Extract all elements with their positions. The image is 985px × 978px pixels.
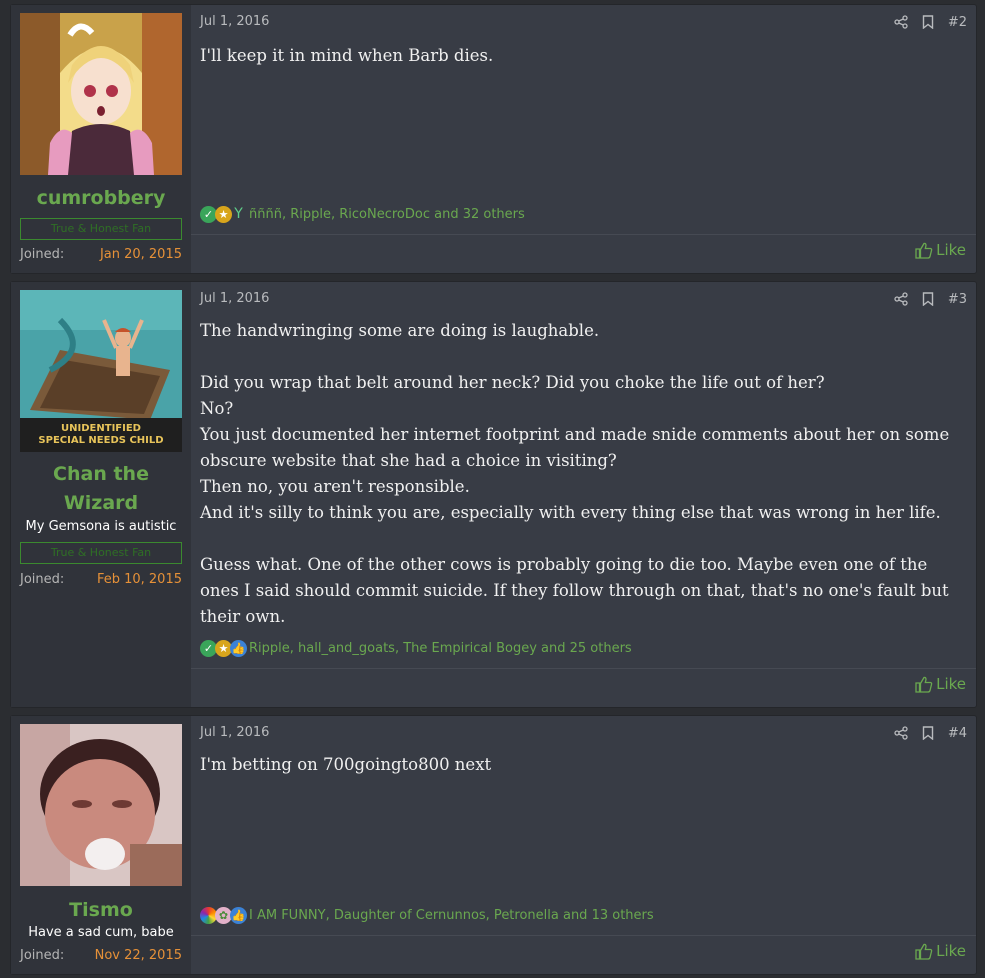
like-button[interactable]: Like: [915, 941, 966, 961]
post: cumrobbery True & Honest Fan Joined: Jan…: [10, 4, 977, 274]
like-label: Like: [936, 942, 966, 960]
post-number[interactable]: #4: [948, 726, 967, 741]
joined-info: Joined: Jan 20, 2015: [20, 247, 182, 265]
like-reaction-icon: 👍: [230, 639, 247, 657]
post-text: The handwringing some are doing is laugh…: [200, 321, 600, 340]
footer-divider: [191, 234, 976, 235]
post-text: No?: [200, 399, 234, 418]
post-date[interactable]: Jul 1, 2016: [200, 725, 269, 740]
post-text: Did you wrap that belt around her neck? …: [200, 373, 825, 392]
reactions-list[interactable]: Ripple, hall_and_goats, The Empirical Bo…: [249, 641, 632, 656]
post-date[interactable]: Jul 1, 2016: [200, 291, 269, 306]
post-text: And it's silly to think you are, especia…: [200, 503, 941, 522]
post-text: You just documented her internet footpri…: [200, 425, 950, 470]
username[interactable]: Chan the Wizard: [11, 460, 191, 518]
thumbs-up-icon: [915, 676, 933, 693]
share-icon[interactable]: [894, 292, 908, 306]
joined-date: Jan 20, 2015: [99, 247, 182, 262]
username[interactable]: Tismo: [11, 896, 191, 925]
post-text: I'm betting on 700goingto800 next: [200, 755, 492, 774]
like-button[interactable]: Like: [915, 240, 966, 260]
username[interactable]: cumrobbery: [11, 184, 191, 213]
joined-date: Nov 22, 2015: [94, 948, 182, 963]
post-actions: #4: [894, 724, 967, 742]
reaction-icons: ✓ ★ 👍: [200, 639, 247, 657]
post-text: [200, 344, 968, 370]
reactions-bar[interactable]: ✓ ★ 👍 Ripple, hall_and_goats, The Empiri…: [200, 637, 632, 659]
post-text: Then no, you aren't responsible.: [200, 477, 470, 496]
like-button[interactable]: Like: [915, 674, 966, 694]
post-text: [200, 526, 968, 552]
reactions-bar[interactable]: ✓ ★ Y ññññ, Ripple, RicoNecroDoc and 32 …: [200, 203, 525, 225]
avatar-caption: UNIDENTIFIED: [61, 423, 141, 434]
reaction-icons: ✓ ★ Y: [200, 205, 245, 223]
post-main: Jul 1, 2016 #3 The handwringing some are…: [191, 282, 976, 707]
footer-divider: [191, 935, 976, 936]
user-info: UNIDENTIFIED SPECIAL NEEDS CHILD Chan th…: [11, 282, 191, 707]
like-reaction-icon: 👍: [230, 906, 247, 924]
user-info: Tismo Have a sad cum, babe Joined: Nov 2…: [11, 716, 191, 974]
joined-info: Joined: Nov 22, 2015: [20, 948, 182, 966]
post-date[interactable]: Jul 1, 2016: [200, 14, 269, 29]
user-title: Have a sad cum, babe: [28, 925, 174, 940]
post-body: The handwringing some are doing is laugh…: [200, 318, 968, 630]
footer-divider: [191, 668, 976, 669]
post-main: Jul 1, 2016 #2 I'll keep it in mind when…: [191, 5, 976, 273]
bookmark-icon[interactable]: [922, 726, 934, 740]
post-actions: #2: [894, 13, 967, 31]
bookmark-icon[interactable]: [922, 15, 934, 29]
post-actions: #3: [894, 290, 967, 308]
reactions-list[interactable]: ññññ, Ripple, RicoNecroDoc and 32 others: [249, 207, 525, 222]
avatar[interactable]: [20, 13, 182, 175]
user-info: cumrobbery True & Honest Fan Joined: Jan…: [11, 5, 191, 273]
thumbs-up-icon: [915, 242, 933, 259]
joined-label: Joined:: [20, 572, 65, 587]
like-label: Like: [936, 675, 966, 693]
post: Tismo Have a sad cum, babe Joined: Nov 2…: [10, 715, 977, 975]
post-body: I'll keep it in mind when Barb dies.: [200, 43, 968, 69]
joined-info: Joined: Feb 10, 2015: [20, 572, 182, 590]
like-label: Like: [936, 241, 966, 259]
reactions-bar[interactable]: ✿ 👍 I AM FUNNY, Daughter of Cernunnos, P…: [200, 904, 654, 926]
bookmark-icon[interactable]: [922, 292, 934, 306]
post-text: Guess what. One of the other cows is pro…: [200, 555, 949, 626]
share-icon[interactable]: [894, 726, 908, 740]
user-banner: True & Honest Fan: [20, 542, 182, 564]
reaction-icons: ✿ 👍: [200, 906, 247, 924]
avatar-caption: SPECIAL NEEDS CHILD: [38, 435, 163, 446]
share-icon[interactable]: [894, 15, 908, 29]
joined-label: Joined:: [20, 948, 65, 963]
post-main: Jul 1, 2016 #4 I'm betting on 700goingto…: [191, 716, 976, 974]
post: UNIDENTIFIED SPECIAL NEEDS CHILD Chan th…: [10, 281, 977, 708]
joined-date: Feb 10, 2015: [96, 572, 182, 587]
avatar[interactable]: [20, 724, 182, 886]
post-number[interactable]: #2: [948, 15, 967, 30]
thumbs-up-icon: [915, 943, 933, 960]
joined-label: Joined:: [20, 247, 65, 262]
cocktail-reaction-icon: Y: [234, 206, 243, 222]
post-body: I'm betting on 700goingto800 next: [200, 752, 968, 778]
reactions-list[interactable]: I AM FUNNY, Daughter of Cernunnos, Petro…: [249, 908, 654, 923]
user-banner: True & Honest Fan: [20, 218, 182, 240]
post-number[interactable]: #3: [948, 292, 967, 307]
user-title: My Gemsona is autistic: [25, 519, 177, 534]
avatar[interactable]: UNIDENTIFIED SPECIAL NEEDS CHILD: [20, 290, 182, 452]
post-text: I'll keep it in mind when Barb dies.: [200, 46, 494, 65]
